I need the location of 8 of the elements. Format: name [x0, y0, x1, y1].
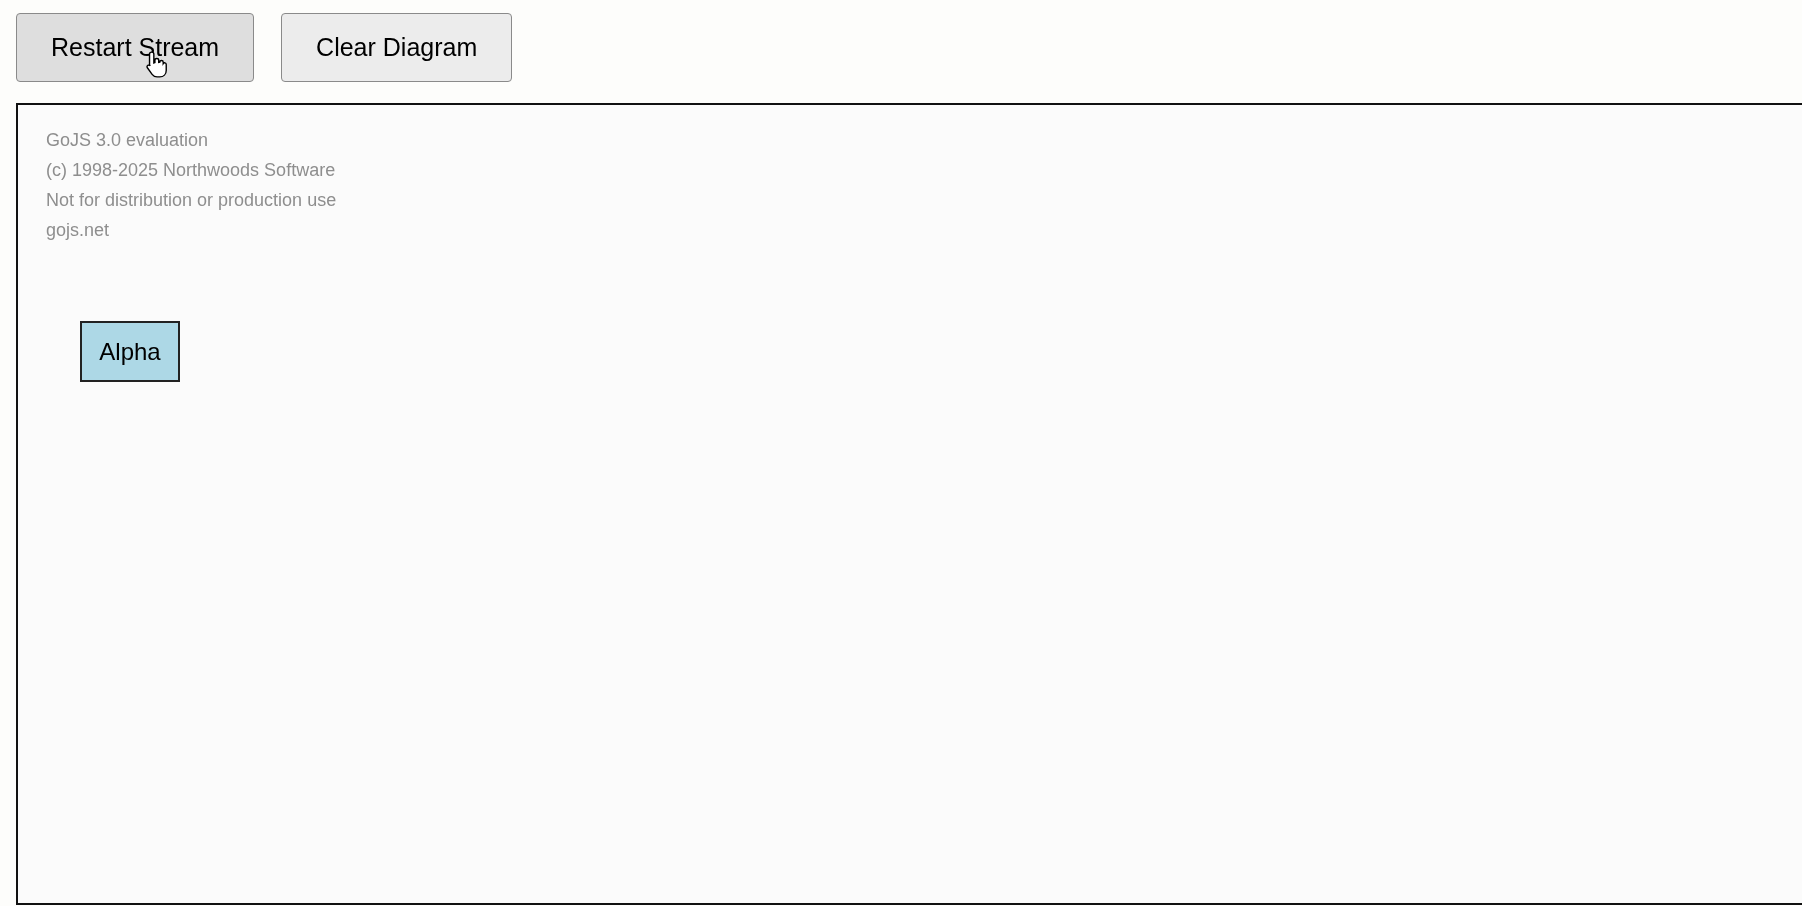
- watermark-text: Not for distribution or production use: [46, 189, 337, 212]
- diagram-canvas[interactable]: GoJS 3.0 evaluation (c) 1998-2025 Northwoods Software Not for distribution or production use gojs.net Alpha: [16, 103, 1802, 905]
- toolbar-button[interactable]: Clear Diagram: [281, 13, 513, 82]
- toolbar-button[interactable]: Restart Stream: [16, 13, 255, 82]
- watermark-text: (c) 1998-2025 Northwoods Software: [46, 159, 336, 182]
- diagram-node[interactable]: Alpha: [80, 321, 180, 382]
- watermark-text: gojs.net: [46, 219, 110, 242]
- watermark-text: GoJS 3.0 evaluation: [46, 129, 209, 152]
